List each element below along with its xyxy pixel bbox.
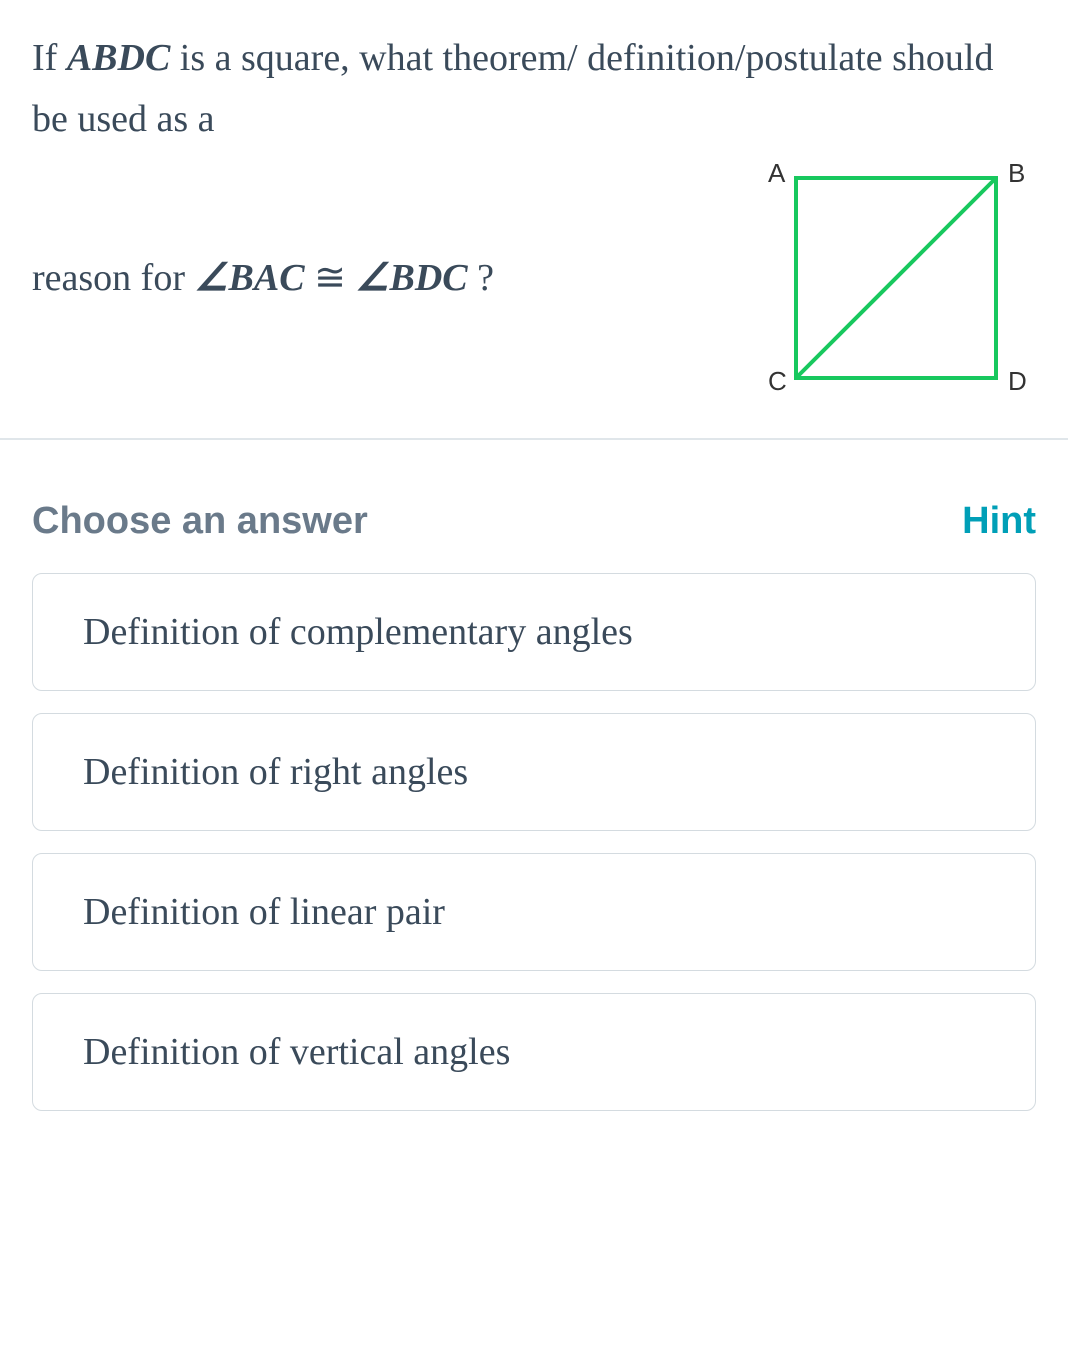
question-area: If ABDC is a square, what theorem/ defin… (0, 0, 1068, 438)
label-a: A (768, 158, 785, 189)
square-diagram: A B C D (756, 158, 1036, 398)
label-b: B (1008, 158, 1025, 189)
angle-1: ∠BAC (194, 257, 304, 299)
angle-2: ∠BDC (355, 257, 467, 299)
q-intro-suffix: is a square, what theorem/ definition/po… (32, 37, 993, 140)
reason-prefix: reason for (32, 257, 194, 299)
label-d: D (1008, 366, 1027, 397)
q-square-name: ABDC (67, 37, 170, 79)
question-text: If ABDC is a square, what theorem/ defin… (32, 28, 1036, 150)
option-complementary[interactable]: Definition of complementary angles (32, 573, 1036, 691)
row-with-diagram: reason for ∠BAC ≅ ∠BDC ? A B C D (32, 158, 1036, 398)
congruent-symbol: ≅ (314, 257, 346, 299)
choose-row: Choose an answer Hint (0, 440, 1068, 573)
reason-suffix: ? (477, 257, 494, 299)
option-vertical-angles[interactable]: Definition of vertical angles (32, 993, 1036, 1111)
reason-line: reason for ∠BAC ≅ ∠BDC ? (32, 255, 726, 300)
option-linear-pair[interactable]: Definition of linear pair (32, 853, 1036, 971)
option-right-angles[interactable]: Definition of right angles (32, 713, 1036, 831)
q-intro-prefix: If (32, 37, 67, 79)
options-list: Definition of complementary angles Defin… (0, 573, 1068, 1151)
choose-answer-label: Choose an answer (32, 500, 368, 543)
square-svg (756, 158, 1036, 398)
label-c: C (768, 366, 787, 397)
hint-button[interactable]: Hint (962, 500, 1036, 543)
